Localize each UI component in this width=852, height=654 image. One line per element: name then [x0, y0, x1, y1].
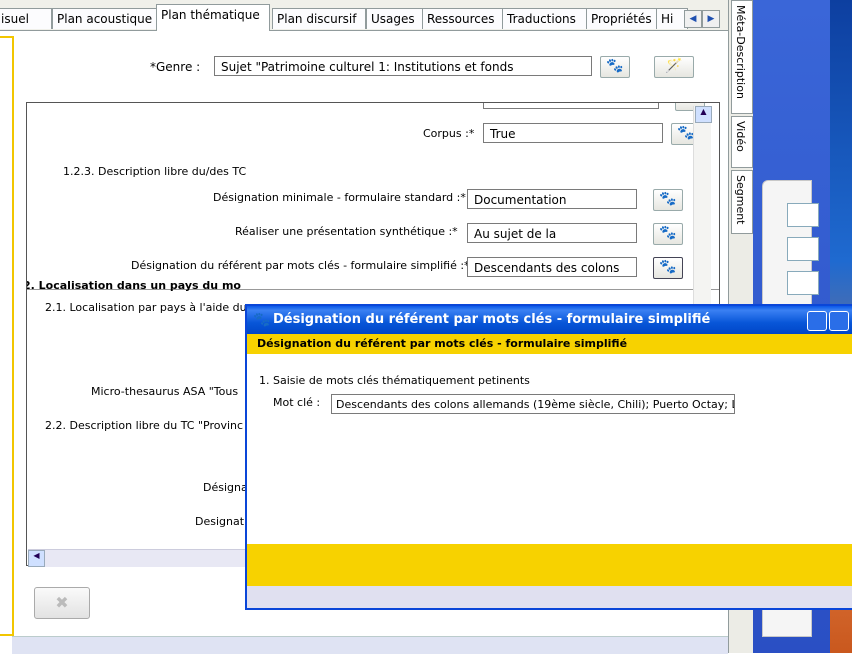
corpus-field[interactable]: True: [483, 123, 663, 143]
tab-plan-thematique[interactable]: Plan thématique: [156, 4, 270, 31]
tab-scroll-right-icon[interactable]: ▶: [702, 10, 720, 28]
corpus-label: Corpus :*: [423, 127, 475, 140]
dialog-footer: [247, 544, 852, 586]
section-21-heading: 2.1. Localisation par pays à l'aide du: [45, 301, 247, 314]
side-field-2[interactable]: [787, 237, 819, 261]
partial-field[interactable]: [483, 103, 659, 109]
presentation-label: Réaliser une présentation synthétique :*: [235, 225, 458, 238]
tab-ressources[interactable]: Ressources: [422, 8, 504, 29]
bracket-bottom: [0, 634, 12, 636]
tab-bar: isuel Plan acoustique Plan thématique Pl…: [0, 0, 728, 31]
referent-paw-button[interactable]: 🐾: [653, 257, 683, 279]
tab-meta-description[interactable]: Méta-Description: [731, 0, 753, 114]
scroll-left-icon[interactable]: ◀: [28, 550, 45, 567]
tab-proprietes[interactable]: Propriétés: [586, 8, 660, 29]
tab-traductions[interactable]: Traductions: [502, 8, 588, 29]
referent-label: Désignation du référent par mots clés - …: [131, 259, 470, 272]
tab-video[interactable]: Vidéo: [731, 116, 753, 168]
status-strip: [12, 636, 728, 654]
minimize-icon[interactable]: [807, 311, 827, 331]
referent-field[interactable]: Descendants des colons: [467, 257, 637, 277]
bracket-top: [0, 36, 12, 38]
keyword-section-label: 1. Saisie de mots clés thématiquement pe…: [259, 374, 530, 387]
designati-label: Designati: [195, 515, 248, 528]
designa-label: Désigna: [203, 481, 248, 494]
tab-scroll-left-icon[interactable]: ◀: [684, 10, 702, 28]
dialog-subtitle: Désignation du référent par mots clés - …: [257, 337, 628, 350]
side-field-1[interactable]: [787, 203, 819, 227]
genre-field[interactable]: Sujet "Patrimoine culturel 1: Institutio…: [214, 56, 592, 76]
dialog-titlebar[interactable]: 🐾 Désignation du référent par mots clés …: [247, 306, 852, 334]
presentation-paw-button[interactable]: 🐾: [653, 223, 683, 245]
dialog-body: 1. Saisie de mots clés thématiquement pe…: [247, 354, 852, 544]
dialog-title: Désignation du référent par mots clés - …: [273, 312, 711, 327]
designation-min-paw-button[interactable]: 🐾: [653, 189, 683, 211]
section-22-heading: 2.2. Description libre du TC "Provinc: [45, 419, 244, 432]
puzzle-icon: ✖: [55, 593, 69, 612]
tab-plan-acoustique[interactable]: Plan acoustique: [52, 8, 158, 29]
genre-label: *Genre :: [150, 60, 201, 74]
paw-icon: 🐾: [659, 259, 677, 275]
paw-icon: 🐾: [253, 312, 271, 328]
designation-min-label: Désignation minimale - formulaire standa…: [213, 191, 466, 204]
side-field-3[interactable]: [787, 271, 819, 295]
micro-thesaurus-label: Micro-thesaurus ASA "Tous: [91, 385, 239, 398]
tab-usages[interactable]: Usages: [366, 8, 424, 29]
magic-wand-icon: 🪄: [665, 58, 683, 74]
horizontal-scrollbar[interactable]: ◀: [28, 549, 246, 567]
designation-min-field[interactable]: Documentation: [467, 189, 637, 209]
tab-visuel[interactable]: isuel: [0, 8, 52, 29]
paw-icon: 🐾: [606, 58, 624, 74]
remove-button[interactable]: ✖: [34, 587, 90, 619]
maximize-icon[interactable]: [829, 311, 849, 331]
tab-plan-discursif[interactable]: Plan discursif: [272, 8, 366, 29]
genre-wand-button[interactable]: 🪄: [654, 56, 694, 78]
genre-paw-button[interactable]: 🐾: [600, 56, 630, 78]
scroll-up-icon[interactable]: ▲: [695, 106, 712, 123]
paw-icon: 🐾: [659, 191, 677, 207]
dialog-subtitle-bar: Désignation du référent par mots clés - …: [247, 334, 852, 354]
paw-icon: 🐾: [659, 225, 677, 241]
keyword-dialog: 🐾 Désignation du référent par mots clés …: [245, 304, 852, 610]
keyword-field[interactable]: Descendants des colons allemands (19ème …: [331, 394, 735, 414]
section-2-heading: 2. Localisation dans un pays du mo: [26, 279, 241, 292]
presentation-field[interactable]: Au sujet de la: [467, 223, 637, 243]
dialog-bottom-bar: [247, 586, 852, 608]
section-bracket: [0, 36, 14, 636]
tab-segment[interactable]: Segment: [731, 170, 753, 234]
keyword-label: Mot clé :: [273, 396, 321, 409]
section-123-heading: 1.2.3. Description libre du/des TC: [63, 165, 247, 178]
